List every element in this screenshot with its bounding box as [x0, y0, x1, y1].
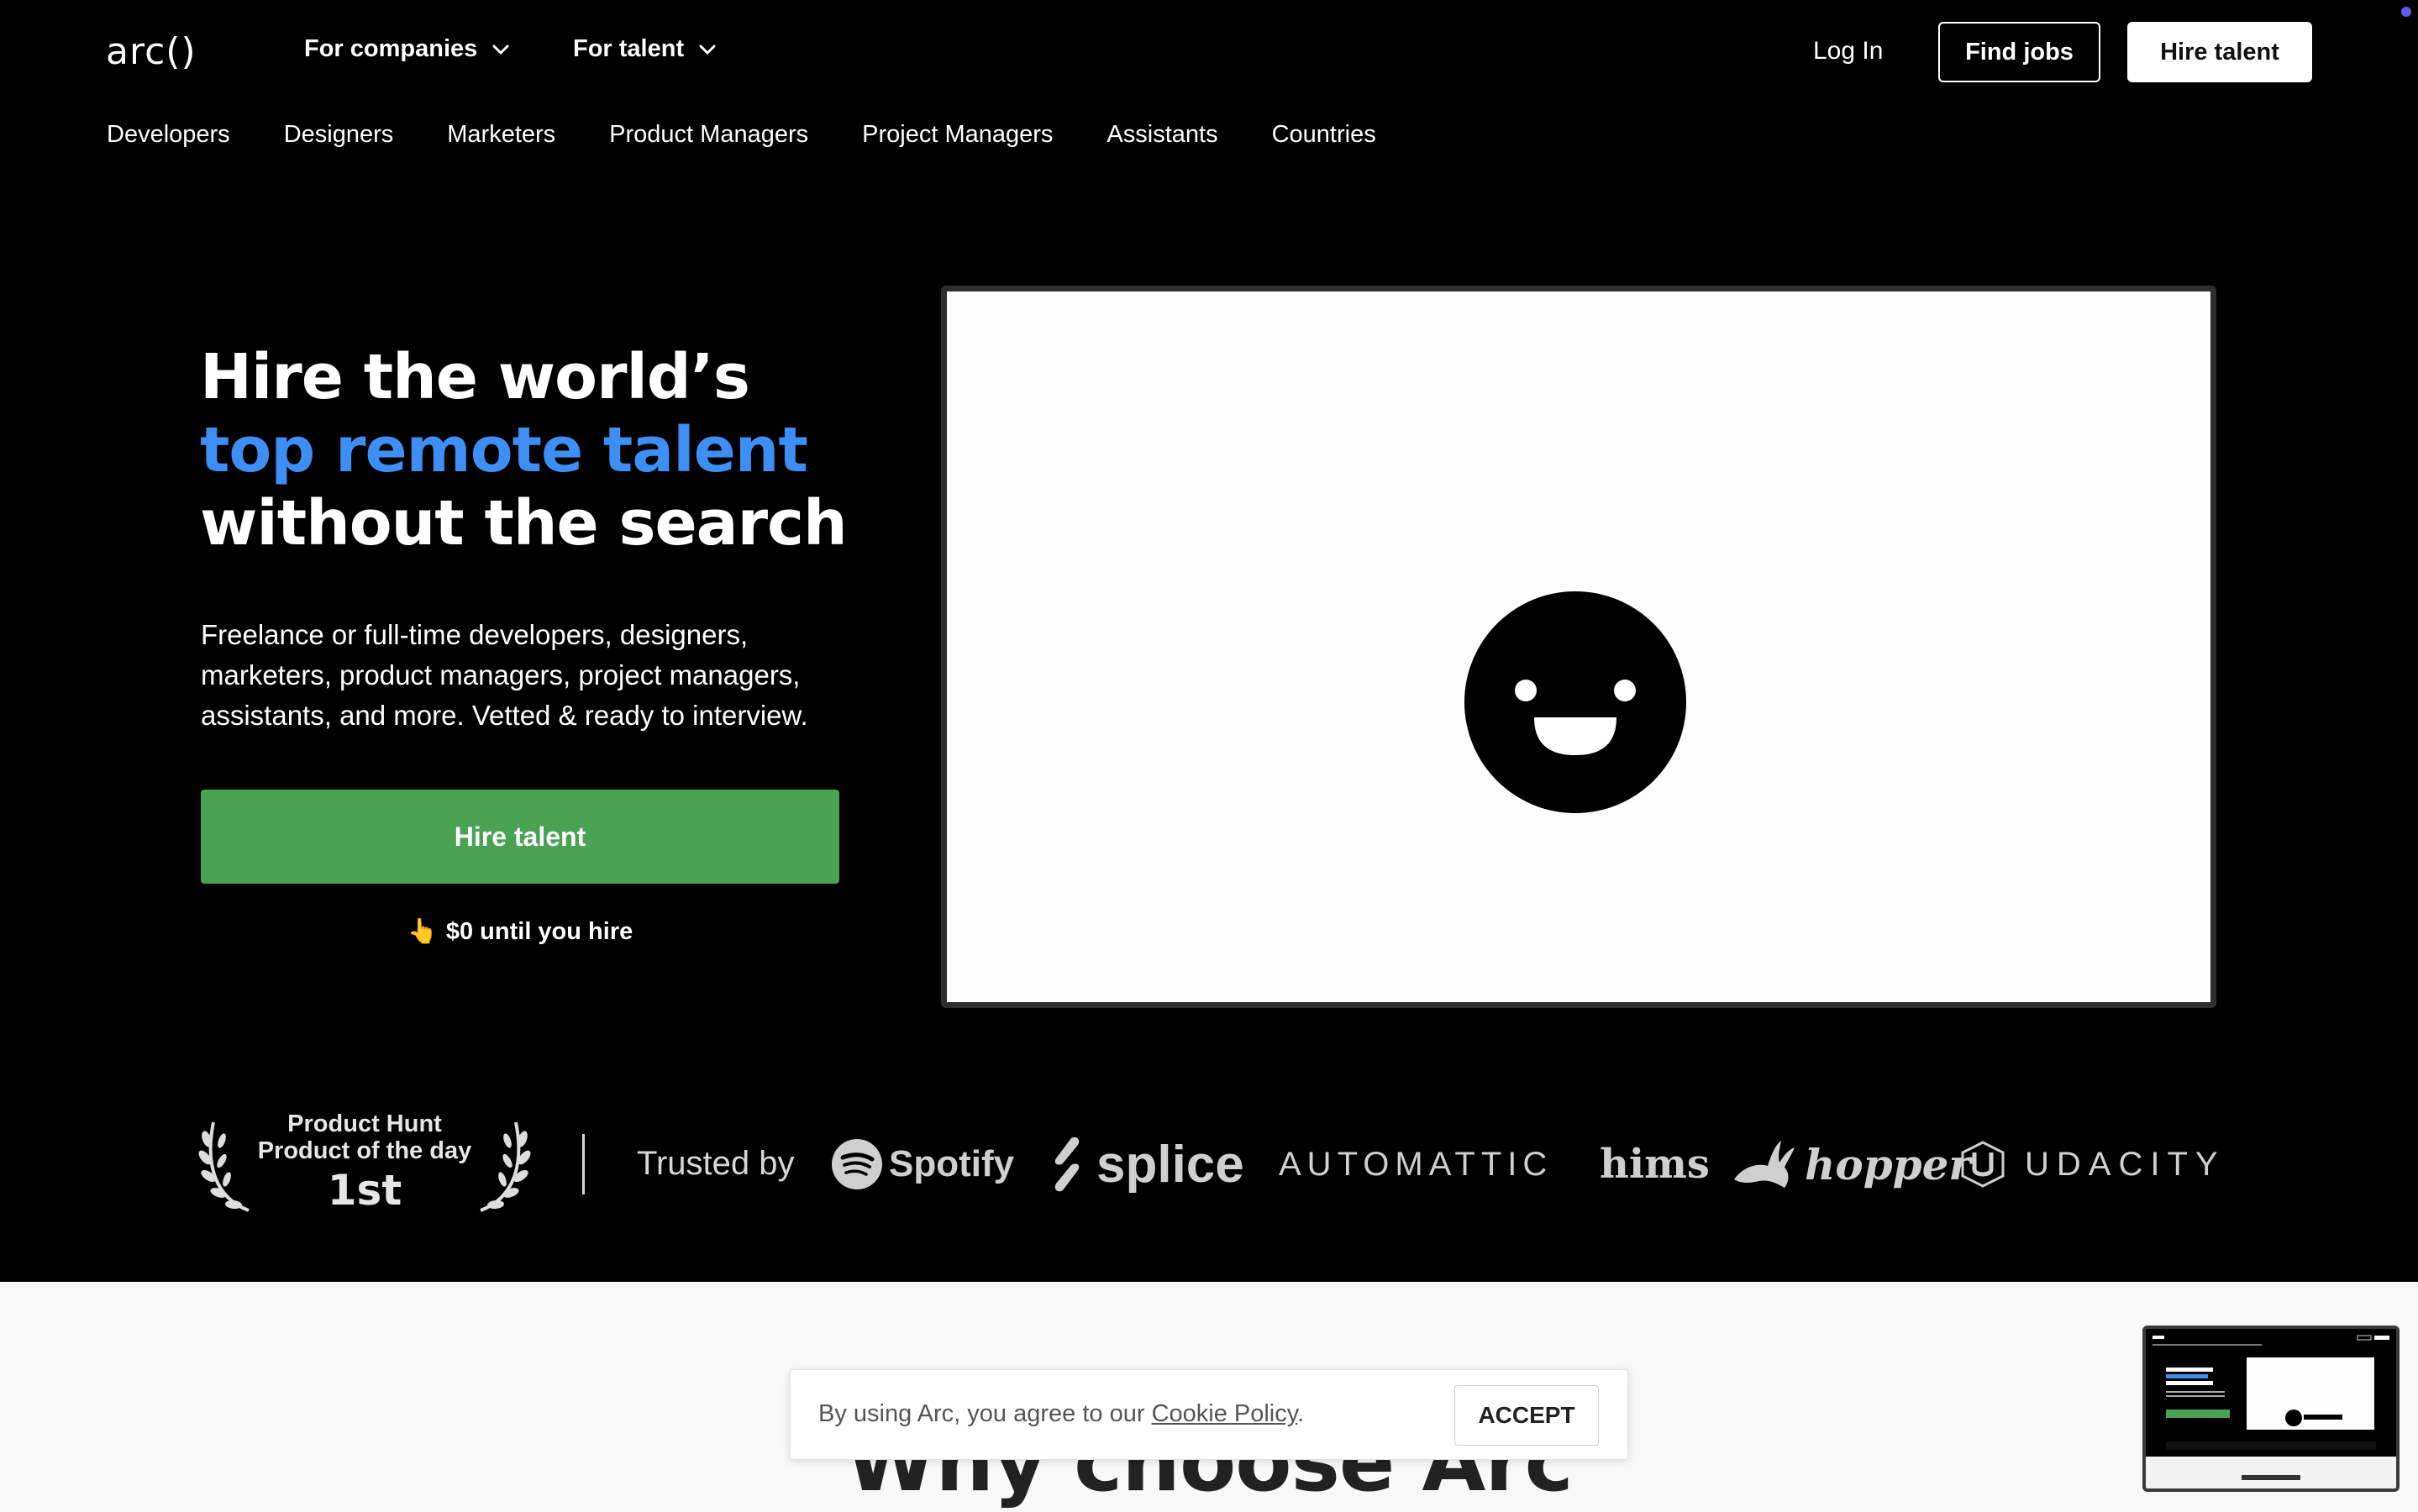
subnav-item-countries[interactable]: Countries	[1272, 121, 1376, 149]
hero-title-line1: Hire the world’s	[200, 341, 750, 413]
cookie-banner: By using Arc, you agree to our Cookie Po…	[790, 1369, 1628, 1460]
hero-title-line3: without the search	[200, 487, 848, 559]
award-line1: Product Hunt	[287, 1110, 442, 1137]
hero-description: Freelance or full-time developers, desig…	[201, 619, 808, 731]
subnav-item-marketers[interactable]: Marketers	[447, 121, 555, 149]
find-jobs-button[interactable]: Find jobs	[1938, 22, 2100, 82]
page-preview-thumbnail[interactable]	[2142, 1326, 2400, 1492]
subnav-item-product-managers[interactable]: Product Managers	[609, 121, 808, 149]
award-line2: Product of the day	[257, 1137, 472, 1164]
hire-talent-cta-button[interactable]: Hire talent	[201, 790, 839, 884]
cookie-text-suffix: .	[1297, 1400, 1305, 1427]
nav-for-talent-label: For talent	[573, 35, 685, 62]
splice-logo: splice	[1046, 1134, 1244, 1194]
login-link[interactable]: Log In	[1813, 37, 1883, 66]
hire-talent-header-button[interactable]: Hire talent	[2127, 22, 2312, 82]
trusted-by-label: Trusted by	[637, 1145, 795, 1182]
subnav-item-designers[interactable]: Designers	[284, 121, 394, 149]
hero-video-player[interactable]	[941, 286, 2216, 1008]
smiley-face-icon	[1464, 591, 1686, 813]
subnav-item-developers[interactable]: Developers	[107, 121, 230, 149]
cookie-policy-link[interactable]: Cookie Policy	[1152, 1400, 1298, 1427]
hero-title: Hire the world’s top remote talent witho…	[200, 341, 848, 560]
nav-for-talent-dropdown[interactable]: For talent	[573, 35, 716, 63]
chevron-down-icon	[492, 45, 509, 55]
hims-logo: hims	[1600, 1141, 1710, 1188]
notification-dot	[2401, 7, 2411, 17]
cookie-text-prefix: By using Arc, you agree to our	[818, 1400, 1152, 1427]
hero-title-highlight: top remote talent	[200, 414, 808, 486]
nav-for-companies-label: For companies	[304, 35, 478, 62]
cookie-message: By using Arc, you agree to our Cookie Po…	[818, 1400, 1304, 1428]
subnav-item-assistants[interactable]: Assistants	[1106, 121, 1217, 149]
pricing-note-text: $0 until you hire	[445, 918, 633, 945]
udacity-wordmark: UDACITY	[2025, 1145, 2226, 1183]
subnav-item-project-managers[interactable]: Project Managers	[862, 121, 1053, 149]
pointing-hand-icon: 👆	[407, 918, 438, 945]
vertical-divider	[582, 1134, 585, 1194]
hero-pricing-note: 👆 $0 until you hire	[201, 917, 839, 946]
spotify-logo: Spotify	[832, 1134, 1014, 1194]
splice-wordmark: splice	[1096, 1135, 1244, 1194]
hopper-wordmark: hopper	[1805, 1139, 1971, 1189]
automattic-logo: AUTOMATTIC	[1279, 1145, 1553, 1183]
udacity-logo: UDACITY	[1961, 1134, 2226, 1194]
award-text: Product Hunt Product of the day 1st	[198, 1110, 531, 1216]
hopper-logo: hopper	[1731, 1134, 1971, 1194]
top-navigation: arc() For companies For talent Log In Fi…	[0, 0, 2418, 105]
page-preview-image	[2146, 1329, 2396, 1488]
cookie-accept-button[interactable]: ACCEPT	[1454, 1385, 1599, 1446]
arc-logo[interactable]: arc()	[106, 30, 197, 73]
video-canvas	[947, 291, 2210, 1002]
award-rank: 1st	[327, 1166, 402, 1215]
nav-for-companies-dropdown[interactable]: For companies	[304, 35, 509, 63]
chevron-down-icon	[699, 45, 716, 55]
splice-icon	[1054, 1137, 1080, 1192]
bunny-icon	[1734, 1141, 1795, 1188]
spotify-wordmark: Spotify	[889, 1143, 1015, 1184]
product-hunt-award[interactable]: Product Hunt Product of the day 1st	[198, 1110, 531, 1218]
spotify-icon	[832, 1139, 882, 1189]
udacity-icon	[1961, 1141, 2005, 1188]
category-subnav: Developers Designers Marketers Product M…	[107, 121, 1376, 149]
